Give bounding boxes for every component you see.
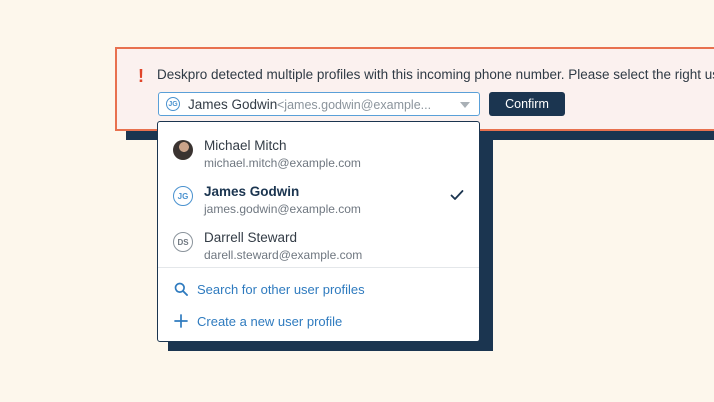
plus-icon	[174, 314, 188, 328]
selected-avatar-initials: JG	[166, 97, 180, 111]
profile-option-email: michael.mitch@example.com	[204, 156, 361, 170]
selected-profile-email: <james.godwin@example...	[277, 98, 432, 112]
create-new-profile-action[interactable]: Create a new user profile	[174, 311, 342, 331]
profile-option-name: James Godwin	[204, 184, 300, 199]
duplicate-profile-banner: ! Deskpro detected multiple profiles wit…	[115, 47, 714, 131]
canvas: ! Deskpro detected multiple profiles wit…	[0, 0, 714, 402]
checkmark-icon	[450, 190, 464, 200]
confirm-button[interactable]: Confirm	[489, 92, 565, 116]
banner-message: Deskpro detected multiple profiles with …	[157, 67, 714, 82]
avatar-initials: DS	[173, 232, 193, 252]
chevron-down-icon[interactable]	[460, 102, 470, 108]
profile-dropdown: Michael Mitch michael.mitch@example.com …	[157, 121, 480, 342]
dropdown-divider	[158, 267, 479, 268]
selected-profile-name: James Godwin	[188, 97, 278, 112]
search-other-profiles-action[interactable]: Search for other user profiles	[174, 279, 365, 299]
alert-icon: !	[138, 66, 144, 86]
profile-option-name: Michael Mitch	[204, 138, 287, 153]
profile-option-email: james.godwin@example.com	[204, 202, 361, 216]
profile-select[interactable]: JG James Godwin <james.godwin@example...	[158, 92, 480, 116]
search-other-profiles-label: Search for other user profiles	[197, 281, 365, 297]
profile-option-name: Darrell Steward	[204, 230, 298, 245]
create-new-profile-label: Create a new user profile	[197, 313, 343, 329]
profile-option-email: darell.steward@example.com	[204, 248, 363, 262]
profile-option-michael-mitch[interactable]: Michael Mitch michael.mitch@example.com	[158, 128, 479, 172]
avatar-photo	[173, 140, 193, 160]
avatar-initials: JG	[173, 186, 193, 206]
profile-option-james-godwin[interactable]: JG James Godwin james.godwin@example.com	[158, 174, 479, 218]
profile-option-darrell-steward[interactable]: DS Darrell Steward darell.steward@exampl…	[158, 220, 479, 264]
search-icon	[174, 282, 188, 296]
